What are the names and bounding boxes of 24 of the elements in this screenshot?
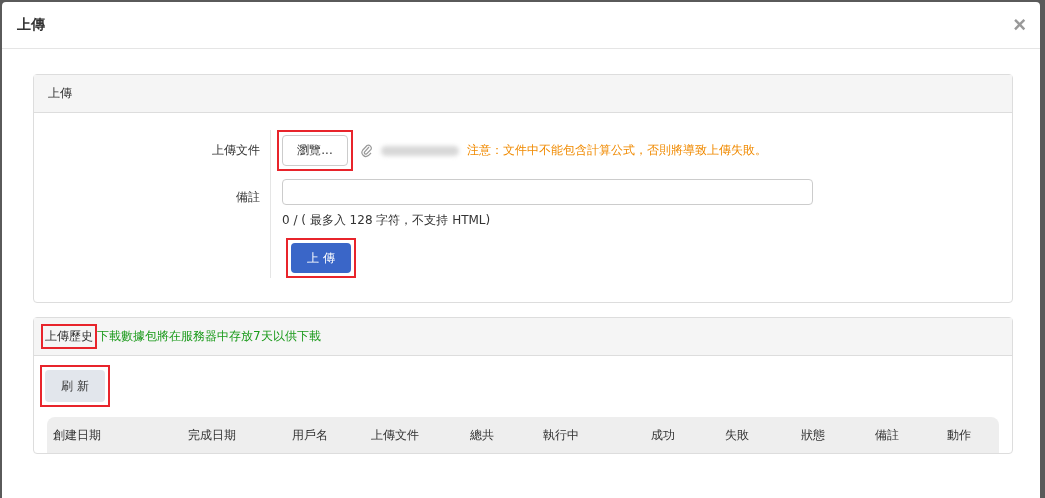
note-field[interactable] xyxy=(282,179,813,205)
browse-button[interactable]: 瀏覽... xyxy=(282,135,348,166)
column-header: 成功 xyxy=(651,426,676,444)
column-header: 總共 xyxy=(470,426,495,444)
field-label: 上傳文件 xyxy=(212,142,260,159)
paperclip-icon xyxy=(361,143,373,158)
column-header: 創建日期 xyxy=(53,426,102,444)
column-header: 執行中 xyxy=(543,426,580,444)
column-header: 上傳文件 xyxy=(371,426,420,444)
column-header: 失敗 xyxy=(725,426,750,444)
upload-button[interactable]: 上 傳 xyxy=(291,243,351,273)
panel-title: 上傳 xyxy=(48,85,72,102)
field-label: 備註 xyxy=(236,189,260,206)
panel-title: 上傳歷史 xyxy=(45,328,93,345)
notice-text: 下載數據包將在服務器中存放7天以供下載 xyxy=(97,328,321,345)
dialog-title: 上傳 xyxy=(17,16,45,34)
column-header: 完成日期 xyxy=(188,426,237,444)
warning-text: 注意：文件中不能包含計算公式，否則將導致上傳失敗。 xyxy=(467,142,767,159)
column-header: 狀態 xyxy=(801,426,826,444)
column-header: 動作 xyxy=(947,426,972,444)
column-header: 用戶名 xyxy=(292,426,329,444)
column-header: 備註 xyxy=(875,426,900,444)
refresh-button[interactable]: 刷 新 xyxy=(45,370,105,402)
character-counter: 0 / ( 最多入 128 字符，不支持 HTML) xyxy=(282,212,492,229)
